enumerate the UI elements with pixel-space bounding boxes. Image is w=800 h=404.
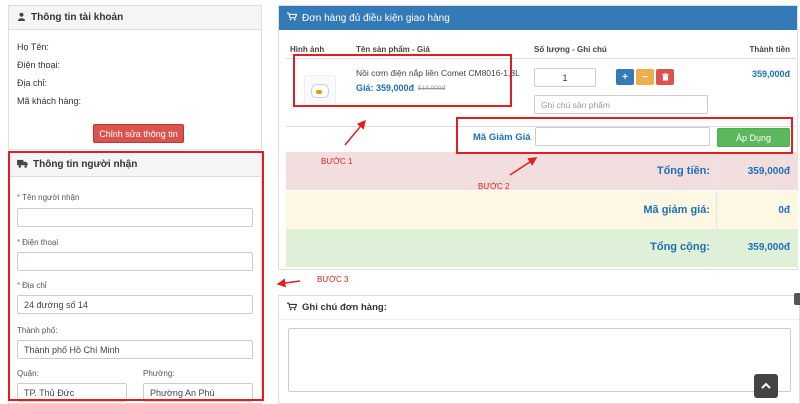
truck-icon bbox=[17, 159, 28, 171]
decrease-quantity-button[interactable]: − bbox=[636, 69, 654, 85]
apply-coupon-button[interactable]: Áp Dụng bbox=[717, 128, 790, 147]
account-field-address: Địa chỉ: bbox=[17, 78, 48, 88]
step2-label: BƯỚC 2 bbox=[478, 182, 510, 191]
row-total: 359,000đ bbox=[751, 69, 790, 79]
col-image-header: Hình ảnh bbox=[290, 45, 325, 54]
product-image[interactable] bbox=[304, 75, 336, 107]
step1-label: BƯỚC 1 bbox=[321, 157, 353, 166]
rice-cooker-icon bbox=[311, 84, 329, 98]
product-note-input[interactable]: Ghi chú sản phẩm bbox=[534, 95, 708, 114]
side-tab-handle[interactable] bbox=[794, 293, 800, 305]
trash-icon bbox=[661, 73, 669, 81]
receiver-phone-label: * Điện thoại bbox=[17, 238, 59, 247]
receiver-city-select[interactable]: Thành phố Hồ Chí Minh bbox=[17, 340, 253, 359]
account-field-phone: Điện thoại: bbox=[17, 60, 61, 70]
col-product-header: Tên sản phẩm - Giá bbox=[356, 45, 430, 54]
subtotal-label: Tổng tiền: bbox=[656, 165, 710, 177]
account-info-header: Thông tin tài khoản bbox=[9, 6, 261, 30]
receiver-info-title: Thông tin người nhận bbox=[33, 159, 138, 170]
discount-value: 0đ bbox=[778, 205, 790, 216]
scroll-top-button[interactable] bbox=[754, 374, 778, 398]
user-icon bbox=[17, 12, 26, 24]
grand-total-value: 359,000đ bbox=[747, 242, 790, 253]
receiver-ward-select[interactable]: Phường An Phú bbox=[143, 383, 253, 402]
receiver-city-label: Thành phố: bbox=[17, 326, 58, 335]
product-name[interactable]: Nồi cơm điện nắp liền Comet CM8016-1,8L bbox=[356, 68, 520, 78]
chevron-up-icon bbox=[761, 382, 771, 389]
account-field-name: Họ Tên: bbox=[17, 42, 49, 52]
coupon-label: Mã Giảm Giá bbox=[473, 132, 531, 143]
col-total-header: Thành tiền bbox=[749, 45, 790, 54]
receiver-ward-label: Phường: bbox=[143, 369, 175, 378]
receiver-district-select[interactable]: TP. Thủ Đức bbox=[17, 383, 127, 402]
order-note-title: Ghi chú đơn hàng: bbox=[302, 302, 387, 313]
account-field-customer-id: Mã khách hàng: bbox=[17, 96, 82, 106]
discount-label: Mã giảm giá: bbox=[643, 204, 710, 216]
receiver-info-header: Thông tin người nhận bbox=[9, 153, 261, 177]
col-qty-header: Số lượng - Ghi chú bbox=[534, 45, 607, 54]
receiver-name-input[interactable] bbox=[17, 208, 253, 227]
subtotal-value: 359,000đ bbox=[747, 166, 790, 177]
receiver-district-label: Quận: bbox=[17, 369, 39, 378]
account-info-title: Thông tin tài khoản bbox=[31, 12, 124, 23]
table-row: Nồi cơm điện nắp liền Comet CM8016-1,8L … bbox=[286, 59, 796, 127]
grand-total-row: Tổng cộng: 359,000đ bbox=[286, 229, 798, 267]
receiver-info-panel: Thông tin người nhận * Tên người nhận * Đi… bbox=[8, 152, 262, 404]
increase-quantity-button[interactable]: + bbox=[616, 69, 634, 85]
order-note-header: Ghi chú đơn hàng: bbox=[279, 296, 799, 320]
cart-icon bbox=[287, 302, 298, 314]
product-old-price: 519,000đ bbox=[418, 85, 446, 92]
order-table-header: Hình ảnh Tên sản phẩm - Giá Số lượng - G… bbox=[286, 41, 796, 59]
account-info-panel: Thông tin tài khoản Họ Tên: Điện thoại: … bbox=[8, 5, 262, 150]
order-note-textarea[interactable] bbox=[288, 328, 791, 392]
receiver-address-input[interactable]: 24 đường số 14 bbox=[17, 295, 253, 314]
coupon-input[interactable] bbox=[535, 127, 710, 146]
product-price: Giá: 359,000đ bbox=[356, 83, 415, 93]
order-header: Đơn hàng đủ điều kiện giao hàng bbox=[279, 6, 797, 30]
receiver-phone-input[interactable] bbox=[17, 252, 253, 271]
discount-row: Mã giảm giá: 0đ bbox=[286, 191, 798, 229]
edit-account-button[interactable]: Chỉnh sửa thông tin bbox=[93, 124, 184, 143]
subtotal-row: Tổng tiền: 359,000đ bbox=[286, 152, 798, 190]
order-title: Đơn hàng đủ điều kiện giao hàng bbox=[302, 12, 450, 24]
cart-icon bbox=[287, 12, 298, 24]
receiver-address-label: * Địa chỉ bbox=[17, 281, 47, 290]
quantity-input[interactable]: 1 bbox=[534, 68, 596, 87]
receiver-name-label: * Tên người nhận bbox=[17, 193, 80, 202]
grand-total-label: Tổng cộng: bbox=[650, 241, 710, 253]
delete-item-button[interactable] bbox=[656, 69, 674, 85]
step3-label: BƯỚC 3 bbox=[317, 275, 349, 284]
order-note-panel: Ghi chú đơn hàng: bbox=[278, 295, 800, 404]
